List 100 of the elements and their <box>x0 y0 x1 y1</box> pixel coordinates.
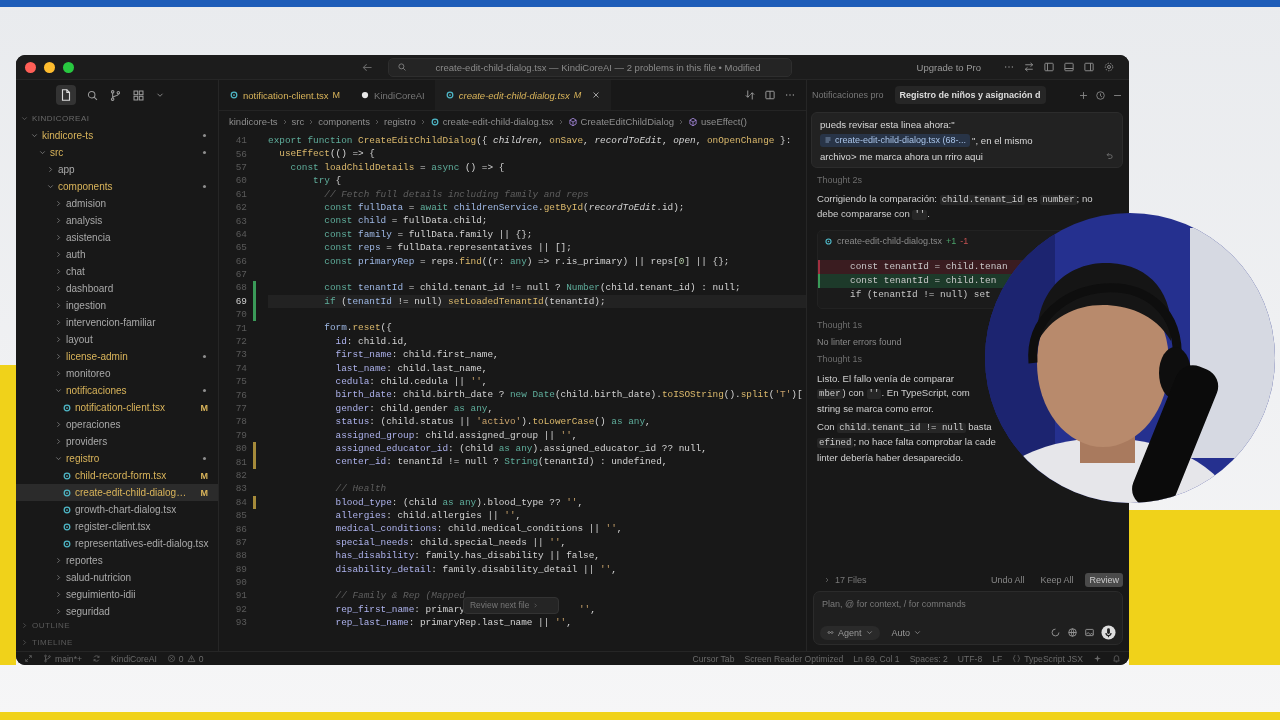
changed-files-toggle[interactable]: 17 Files <box>823 575 867 585</box>
tree-item[interactable]: intervencion-familiar <box>16 314 218 331</box>
tree-item[interactable]: operaciones <box>16 416 218 433</box>
chevron-icon[interactable] <box>54 369 63 378</box>
swap-arrows-icon[interactable] <box>1023 61 1035 73</box>
history-icon[interactable] <box>1095 89 1106 101</box>
action-button[interactable]: Keep All <box>1036 573 1078 587</box>
plus-icon[interactable] <box>1078 89 1089 101</box>
chat-tab[interactable]: Notificaciones pro <box>807 86 889 104</box>
explorer-header[interactable]: KINDICOREAI <box>16 110 218 127</box>
maximize-button[interactable] <box>63 61 74 73</box>
status-item[interactable]: Cursor Tab <box>692 653 735 664</box>
tree-item[interactable]: license-admin <box>16 348 218 365</box>
settings-icon[interactable] <box>1103 61 1115 73</box>
tree-item[interactable]: child-record-form.tsx M <box>16 467 218 484</box>
tree-item[interactable]: layout <box>16 331 218 348</box>
chevron-icon[interactable] <box>46 165 55 174</box>
remote-icon[interactable] <box>24 654 33 663</box>
tree-item[interactable]: salud-nutricion <box>16 569 218 586</box>
chevron-icon[interactable] <box>54 216 63 225</box>
thought-label[interactable]: Thought 1s <box>817 318 863 332</box>
project-status[interactable]: KindiCoreAI <box>111 653 157 664</box>
status-item[interactable]: Ln 69, Col 1 <box>853 653 900 664</box>
undo-icon[interactable] <box>1104 151 1114 161</box>
chevron-icon[interactable] <box>54 437 63 446</box>
breadcrumb-item[interactable]: create-edit-child-dialog.tsx <box>429 116 554 127</box>
sidebar-toggle-icon[interactable] <box>1043 61 1055 73</box>
branch-status[interactable]: main*+ <box>43 653 82 664</box>
tree-item[interactable]: representatives-edit-dialog.tsx <box>16 535 218 552</box>
sparkle-icon[interactable] <box>1093 654 1102 663</box>
chevron-icon[interactable] <box>54 386 63 395</box>
command-center-field[interactable]: create-edit-child-dialog.tsx — KindiCoreAI — 2 problems in this file • Modified <box>388 57 792 77</box>
breadcrumb-item[interactable]: CreateEditChildDialog <box>567 116 675 127</box>
status-item[interactable]: UTF-8 <box>957 653 983 664</box>
chevron-icon[interactable] <box>46 182 55 191</box>
editor-tab[interactable]: KindiCoreAI <box>350 80 435 110</box>
tree-item[interactable]: components <box>16 178 218 195</box>
sync-icon[interactable] <box>92 654 101 663</box>
tree-item[interactable]: asistencia <box>16 229 218 246</box>
chevron-icon[interactable] <box>54 267 63 276</box>
tree-item[interactable]: monitoreo <box>16 365 218 382</box>
tree-item[interactable]: auth <box>16 246 218 263</box>
tree-item[interactable]: app <box>16 161 218 178</box>
chevron-icon[interactable] <box>54 250 63 259</box>
editor-tab[interactable]: create-edit-child-dialog.tsx M <box>434 80 612 110</box>
panel-toggle-icon[interactable] <box>1063 61 1075 73</box>
thought-label[interactable]: Thought 2s <box>817 173 863 187</box>
chat-input-field[interactable]: Plan, @ for context, / for commands Agent Auto <box>813 591 1123 645</box>
tree-item[interactable]: chat <box>16 263 218 280</box>
tree-item[interactable]: providers <box>16 433 218 450</box>
breadcrumb-item[interactable]: components <box>318 116 370 127</box>
tree-item[interactable]: registro <box>16 450 218 467</box>
tree-item[interactable]: ingestion <box>16 297 218 314</box>
agent-mode-dropdown[interactable]: Agent <box>820 625 880 640</box>
breadcrumb-item[interactable]: kindicore-ts <box>229 116 278 127</box>
breadcrumb-item[interactable]: useEffect() <box>688 116 747 127</box>
thought-label[interactable]: Thought 1s <box>817 352 863 366</box>
status-item[interactable]: Spaces: 2 <box>909 653 948 664</box>
action-button[interactable]: Undo All <box>986 573 1029 587</box>
action-button[interactable]: Review <box>1085 573 1123 587</box>
chevron-icon[interactable] <box>54 590 63 599</box>
chevron-icon[interactable] <box>30 131 39 140</box>
chevron-icon[interactable] <box>54 318 63 327</box>
editor-tab[interactable]: notification-client.tsx M <box>219 80 351 110</box>
microphone-icon[interactable] <box>1101 625 1116 640</box>
tree-item[interactable]: notificaciones <box>16 382 218 399</box>
breadcrumb-item[interactable]: registro <box>384 116 416 127</box>
file-reference-chip[interactable]: create-edit-child-dialog.tsx (68-... <box>820 133 971 147</box>
minimize-button[interactable] <box>44 61 55 73</box>
chevron-icon[interactable] <box>54 233 63 242</box>
close-button[interactable] <box>25 61 36 73</box>
model-dropdown[interactable]: Auto <box>885 625 929 640</box>
tree-item[interactable]: seguimiento-idii <box>16 586 218 603</box>
tree-item[interactable]: dashboard <box>16 280 218 297</box>
tree-item[interactable]: admision <box>16 195 218 212</box>
bell-icon[interactable] <box>1112 654 1121 663</box>
problems-status[interactable]: 0 0 <box>166 653 204 664</box>
tree-item[interactable]: create-edit-child-dialog… M <box>16 484 218 501</box>
status-item[interactable]: Screen Reader Optimized <box>744 653 844 664</box>
chevron-icon[interactable] <box>54 301 63 310</box>
chevron-icon[interactable] <box>54 199 63 208</box>
tree-item[interactable]: seguridad <box>16 603 218 620</box>
file-name[interactable]: create-edit-child-dialog.tsx <box>837 236 943 246</box>
tree-item[interactable]: analysis <box>16 212 218 229</box>
right-panel-toggle-icon[interactable] <box>1083 61 1095 73</box>
extensions-icon[interactable] <box>132 88 145 102</box>
chevron-icon[interactable] <box>54 556 63 565</box>
chevron-icon[interactable] <box>54 573 63 582</box>
breadcrumb-item[interactable]: src <box>291 116 305 127</box>
search-icon[interactable] <box>86 88 99 102</box>
tree-item[interactable]: reportes <box>16 552 218 569</box>
close-icon[interactable] <box>591 90 602 100</box>
split-editor-icon[interactable] <box>764 89 776 101</box>
compare-icon[interactable] <box>744 89 756 101</box>
status-item[interactable]: LF <box>992 653 1003 664</box>
tree-item[interactable]: notification-client.tsx M <box>16 399 218 416</box>
tree-item[interactable]: register-client.tsx <box>16 518 218 535</box>
chevron-icon[interactable] <box>54 284 63 293</box>
language-status[interactable]: TypeScript JSX <box>1012 653 1083 664</box>
chevron-icon[interactable] <box>54 335 63 344</box>
